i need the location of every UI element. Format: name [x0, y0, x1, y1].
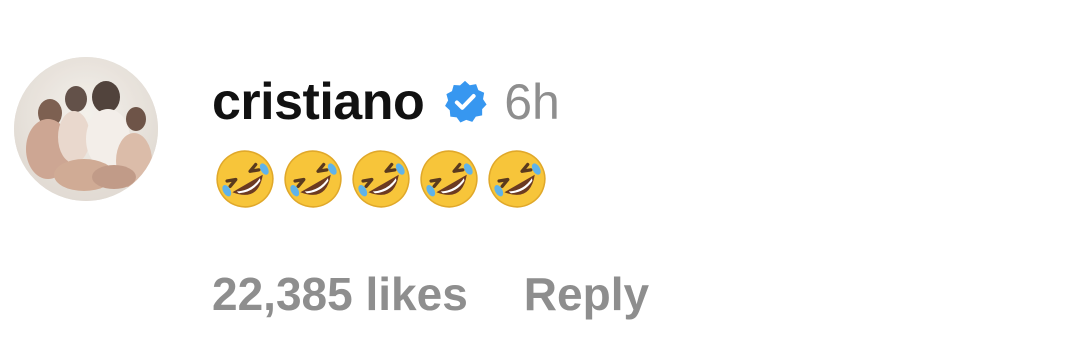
comment-header: cristiano 6h: [212, 70, 560, 134]
rolling-on-the-floor-laughing-icon: [416, 146, 482, 212]
comment-item: cristiano 6h 22,385 likes Reply: [0, 0, 1080, 360]
profile-photo: [14, 57, 158, 201]
avatar[interactable]: [14, 57, 158, 201]
verified-badge-icon: [442, 79, 488, 125]
likes-count[interactable]: 22,385 likes: [212, 262, 468, 326]
comment-footer: 22,385 likes Reply: [212, 262, 649, 326]
rolling-on-the-floor-laughing-icon: [348, 146, 414, 212]
comment-text: [212, 146, 550, 212]
rolling-on-the-floor-laughing-icon: [280, 146, 346, 212]
rolling-on-the-floor-laughing-icon: [212, 146, 278, 212]
username-link[interactable]: cristiano: [212, 70, 425, 134]
rolling-on-the-floor-laughing-icon: [484, 146, 550, 212]
reply-button[interactable]: Reply: [524, 262, 649, 326]
comment-timestamp: 6h: [504, 74, 560, 130]
